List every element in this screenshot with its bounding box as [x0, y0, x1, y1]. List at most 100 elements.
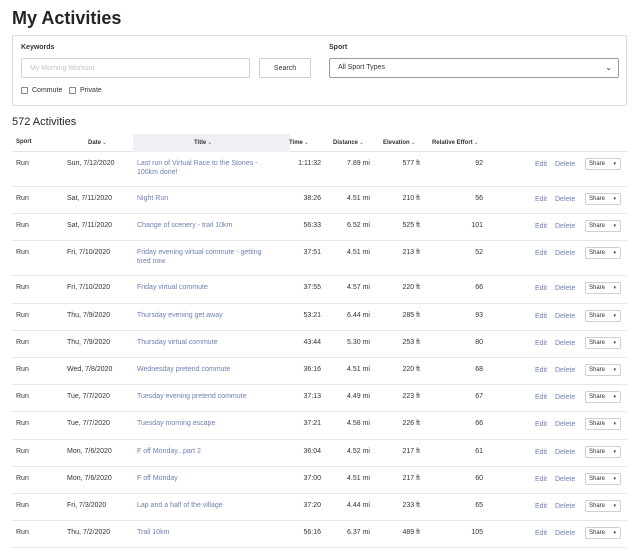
share-button[interactable]: Share ▾: [585, 363, 621, 376]
cell-relative-effort: 52: [475, 249, 483, 257]
delete-link[interactable]: Delete: [555, 196, 575, 203]
cell-time: 1:11:32: [298, 160, 321, 167]
share-button[interactable]: Share ▾: [585, 282, 621, 295]
edit-link[interactable]: Edit: [535, 367, 547, 374]
delete-link[interactable]: Delete: [555, 313, 575, 320]
delete-link[interactable]: Delete: [555, 421, 575, 428]
delete-link[interactable]: Delete: [555, 530, 575, 537]
header-time[interactable]: Time⌄: [289, 139, 309, 146]
activity-title-link[interactable]: F off Monday...part 2: [137, 447, 277, 456]
cell-time: 37:55: [303, 284, 321, 292]
cell-elevation: 223 ft: [402, 393, 420, 401]
edit-link[interactable]: Edit: [535, 503, 547, 510]
share-button[interactable]: Share ▾: [585, 391, 621, 404]
edit-link[interactable]: Edit: [535, 223, 547, 230]
delete-link[interactable]: Delete: [555, 476, 575, 483]
share-button[interactable]: Share ▾: [585, 527, 621, 540]
activity-title-link[interactable]: Friday virtual commute: [137, 283, 277, 292]
share-button[interactable]: Share ▾: [585, 193, 621, 205]
cell-time: 37:21: [303, 420, 321, 428]
delete-link[interactable]: Delete: [555, 394, 575, 401]
delete-link[interactable]: Delete: [555, 250, 575, 257]
sport-type-select[interactable]: All Sport Types ⌄: [329, 58, 619, 78]
share-button[interactable]: Share ▾: [585, 418, 621, 431]
caret-down-icon: ▾: [613, 394, 616, 401]
share-button[interactable]: Share ▾: [585, 472, 621, 485]
activity-title-link[interactable]: Night Run: [137, 194, 277, 203]
activity-title-link[interactable]: Thursday virtual commute: [137, 338, 277, 347]
table-row: Run Fri, 7/10/2020 Friday evening virtual …: [12, 241, 627, 277]
edit-link[interactable]: Edit: [535, 285, 547, 292]
cell-relative-effort: 61: [475, 447, 483, 455]
share-label: Share: [589, 475, 606, 482]
share-button[interactable]: Share ▾: [585, 158, 621, 170]
activity-title-link[interactable]: Lap and a half of the village: [137, 501, 277, 510]
edit-link[interactable]: Edit: [535, 161, 547, 168]
edit-link[interactable]: Edit: [535, 340, 547, 347]
delete-link[interactable]: Delete: [555, 285, 575, 292]
cell-sport: Run: [16, 284, 29, 292]
edit-link[interactable]: Edit: [535, 313, 547, 320]
cell-distance: 6.37 mi: [347, 529, 370, 537]
edit-link[interactable]: Edit: [535, 530, 547, 537]
cell-sport: Run: [16, 501, 29, 509]
private-filter[interactable]: Private: [69, 87, 102, 94]
activity-title-link[interactable]: Last run of Virtual Race to the Stones -…: [137, 159, 277, 177]
share-button[interactable]: Share ▾: [585, 220, 621, 233]
header-distance[interactable]: Distance⌄: [333, 139, 364, 146]
table-row: Run Mon, 7/6/2020 F off Monday...part 2 36:…: [12, 440, 627, 467]
delete-link[interactable]: Delete: [555, 161, 575, 168]
activity-title-link[interactable]: Tuesday evening pretend commute: [137, 392, 277, 401]
share-label: Share: [589, 530, 606, 537]
search-button[interactable]: Search: [259, 58, 311, 78]
cell-relative-effort: 67: [475, 393, 483, 401]
header-title[interactable]: Title⌄: [194, 139, 212, 146]
activity-title-link[interactable]: Tuesday morning escape: [137, 419, 277, 428]
caret-down-icon: ▾: [613, 502, 616, 509]
edit-link[interactable]: Edit: [535, 421, 547, 428]
edit-link[interactable]: Edit: [535, 449, 547, 456]
share-button[interactable]: Share ▾: [585, 247, 621, 260]
edit-link[interactable]: Edit: [535, 476, 547, 483]
share-button[interactable]: Share ▾: [585, 445, 621, 458]
activity-title-link[interactable]: Thursday evening get away: [137, 311, 277, 320]
private-checkbox[interactable]: [69, 87, 76, 94]
keywords-input[interactable]: [21, 58, 250, 78]
delete-link[interactable]: Delete: [555, 503, 575, 510]
edit-link[interactable]: Edit: [535, 250, 547, 257]
cell-sport: Run: [16, 311, 29, 319]
delete-link[interactable]: Delete: [555, 367, 575, 374]
cell-elevation: 285 ft: [402, 311, 420, 319]
activity-title-link[interactable]: F off Monday: [137, 474, 277, 483]
activity-title-link[interactable]: Friday evening virtual commute - getting…: [137, 248, 277, 266]
share-button[interactable]: Share ▾: [585, 499, 621, 512]
cell-sport: Run: [16, 160, 29, 167]
table-body: Run Sun, 7/12/2020 Last run of Virtual Rac…: [12, 152, 627, 549]
delete-link[interactable]: Delete: [555, 449, 575, 456]
share-label: Share: [589, 366, 606, 373]
header-relative-effort[interactable]: Relative Effort⌄: [432, 139, 479, 146]
cell-elevation: 220 ft: [402, 365, 420, 373]
commute-checkbox[interactable]: [21, 87, 28, 94]
delete-link[interactable]: Delete: [555, 340, 575, 347]
edit-link[interactable]: Edit: [535, 196, 547, 203]
cell-sport: Run: [16, 365, 29, 373]
cell-relative-effort: 101: [471, 222, 483, 230]
cell-sport: Run: [16, 222, 29, 230]
header-time-label: Time: [289, 140, 303, 146]
share-button[interactable]: Share ▾: [585, 336, 621, 349]
cell-elevation: 525 ft: [402, 222, 420, 230]
header-elevation[interactable]: Elevation⌄: [383, 139, 416, 146]
header-date[interactable]: Date⌄: [88, 139, 107, 146]
commute-filter[interactable]: Commute: [21, 87, 62, 94]
cell-elevation: 489 ft: [402, 529, 420, 537]
sort-down-icon: ⌄: [473, 140, 479, 146]
activity-title-link[interactable]: Trail 10km: [137, 528, 277, 537]
edit-link[interactable]: Edit: [535, 394, 547, 401]
share-button[interactable]: Share ▾: [585, 309, 621, 322]
delete-link[interactable]: Delete: [555, 223, 575, 230]
activity-title-link[interactable]: Change of scenery - trail 10km: [137, 221, 277, 230]
activity-title-link[interactable]: Wednesday pretend commute: [137, 365, 277, 374]
caret-down-icon: ▾: [613, 161, 616, 167]
cell-time: 36:04: [303, 447, 321, 455]
